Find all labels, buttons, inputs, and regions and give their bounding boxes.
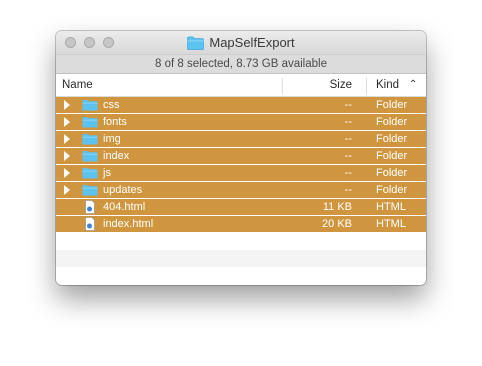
file-kind: Folder <box>376 133 408 145</box>
file-size: -- <box>344 116 352 128</box>
file-name: index.html <box>103 218 154 230</box>
file-name: css <box>103 99 120 111</box>
folder-icon <box>82 185 98 196</box>
file-size: 20 KB <box>322 218 352 230</box>
file-kind: Folder <box>376 184 408 196</box>
status-text: 8 of 8 selected, 8.73 GB available <box>155 58 327 70</box>
html-file-icon <box>85 200 95 214</box>
title-bar[interactable]: MapSelfExport <box>56 31 426 54</box>
folder-icon <box>82 168 98 179</box>
column-header-name[interactable]: Name <box>62 79 93 91</box>
empty-row <box>56 250 426 267</box>
file-name: updates <box>103 184 143 196</box>
file-name: 404.html <box>103 201 146 213</box>
folder-icon <box>82 117 98 128</box>
file-kind: Folder <box>376 167 408 179</box>
file-name: index <box>103 150 130 162</box>
list-item[interactable]: css -- Folder <box>56 97 426 113</box>
file-kind: Folder <box>376 99 408 111</box>
disclosure-triangle-icon[interactable] <box>64 185 70 195</box>
column-header-size[interactable]: Size <box>282 79 352 91</box>
empty-row <box>56 267 426 284</box>
sort-ascending-icon[interactable]: ⌃ <box>409 79 417 90</box>
window-title: MapSelfExport <box>56 31 426 54</box>
disclosure-triangle-icon[interactable] <box>64 100 70 110</box>
disclosure-triangle-icon[interactable] <box>64 134 70 144</box>
file-name: js <box>103 167 111 179</box>
folder-icon <box>82 100 98 111</box>
column-divider[interactable] <box>366 78 367 94</box>
file-size: 11 KB <box>322 201 352 213</box>
disclosure-triangle-icon[interactable] <box>64 168 70 178</box>
finder-window: MapSelfExport 8 of 8 selected, 8.73 GB a… <box>56 31 426 285</box>
html-file-icon <box>85 217 95 231</box>
file-size: -- <box>344 167 352 179</box>
window-title-label: MapSelfExport <box>209 35 295 50</box>
status-bar: 8 of 8 selected, 8.73 GB available <box>56 54 426 74</box>
folder-icon <box>187 36 205 50</box>
list-item[interactable]: updates -- Folder <box>56 182 426 198</box>
disclosure-triangle-icon[interactable] <box>64 151 70 161</box>
empty-row <box>56 233 426 250</box>
file-kind: Folder <box>376 116 408 128</box>
list-item[interactable]: js -- Folder <box>56 165 426 181</box>
list-item[interactable]: index.html 20 KB HTML <box>56 216 426 232</box>
file-size: -- <box>344 99 352 111</box>
disclosure-triangle-icon[interactable] <box>64 117 70 127</box>
list-item[interactable]: index -- Folder <box>56 148 426 164</box>
file-name: fonts <box>103 116 127 128</box>
file-size: -- <box>344 133 352 145</box>
file-kind: HTML <box>376 201 406 213</box>
file-size: -- <box>344 184 352 196</box>
list-item[interactable]: fonts -- Folder <box>56 114 426 130</box>
file-kind: HTML <box>376 218 406 230</box>
file-size: -- <box>344 150 352 162</box>
file-kind: Folder <box>376 150 408 162</box>
folder-icon <box>82 151 98 162</box>
list-item[interactable]: img -- Folder <box>56 131 426 147</box>
column-header-kind[interactable]: Kind <box>376 79 399 91</box>
folder-icon <box>82 134 98 145</box>
column-header: Name Size Kind ⌃ <box>56 75 426 97</box>
list-item[interactable]: 404.html 11 KB HTML <box>56 199 426 215</box>
file-name: img <box>103 133 121 145</box>
